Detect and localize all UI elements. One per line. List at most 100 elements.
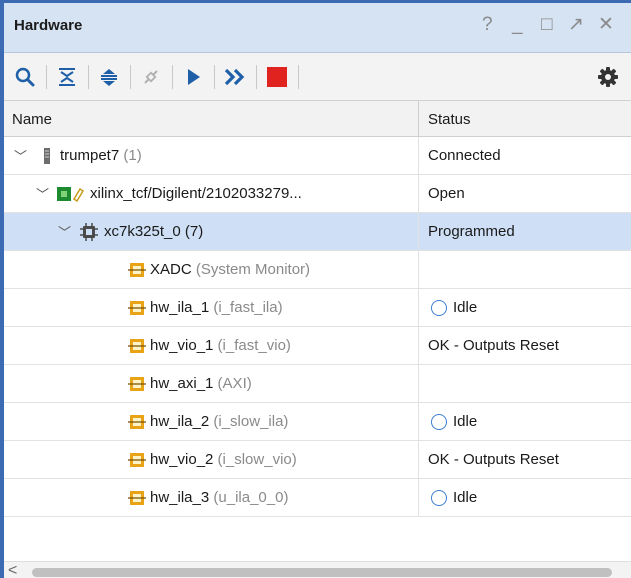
- row-label: hw_ila_2 (i_slow_ila): [150, 413, 288, 430]
- stop-trigger-button[interactable]: [262, 62, 292, 92]
- run-trigger-immediate-button[interactable]: [220, 62, 250, 92]
- device-name: xc7k325t_0: [104, 223, 181, 240]
- run-trigger-button[interactable]: [178, 62, 208, 92]
- status-text: Idle: [453, 299, 478, 316]
- idle-status-icon: [431, 299, 447, 316]
- column-divider[interactable]: [418, 101, 419, 137]
- scrollbar-thumb[interactable]: [32, 568, 612, 577]
- toolbar: [4, 53, 631, 101]
- tree-row-hw-axi-1[interactable]: hw_axi_1 (AXI): [4, 365, 631, 403]
- idle-status-icon: [431, 489, 447, 506]
- tree-row-hw-ila-1[interactable]: hw_ila_1 (i_fast_ila) Idle: [4, 289, 631, 327]
- cell-divider: [418, 365, 419, 403]
- idle-status-icon: [431, 413, 447, 430]
- status-text: Idle: [453, 413, 478, 430]
- target-name: xilinx_tcf/Digilent/2102033279...: [90, 185, 302, 202]
- chevron-down-icon[interactable]: ﹀: [36, 184, 49, 203]
- hardware-panel: Hardware ? _ □ ↗ ✕ Name Status ﹀ trumpet…: [4, 0, 631, 578]
- status-text: Idle: [453, 489, 478, 506]
- status-cell: OK - Outputs Reset: [428, 451, 559, 468]
- help-button[interactable]: ?: [482, 14, 493, 36]
- board-icon: [57, 187, 85, 203]
- tree-row-xadc[interactable]: XADC (System Monitor): [4, 251, 631, 289]
- chevron-down-icon[interactable]: ﹀: [58, 222, 71, 241]
- tree-row-trumpet7[interactable]: ﹀ trumpet7 (1) Connected: [4, 137, 631, 175]
- settings-button[interactable]: [593, 62, 623, 92]
- row-label: xc7k325t_0 (7): [104, 223, 203, 240]
- panel-titlebar: Hardware ? _ □ ↗ ✕: [4, 3, 631, 53]
- auto-connect-button[interactable]: [136, 62, 166, 92]
- status-cell: Idle: [428, 489, 477, 506]
- core-instance: (i_slow_vio): [213, 451, 297, 468]
- debug-core-icon: [128, 263, 146, 277]
- collapse-all-button[interactable]: [52, 62, 82, 92]
- row-label: hw_ila_3 (u_ila_0_0): [150, 489, 288, 506]
- cell-divider: [418, 403, 419, 441]
- chip-icon: [80, 223, 98, 241]
- core-name: hw_axi_1: [150, 375, 214, 392]
- float-button[interactable]: ↗: [568, 14, 584, 36]
- row-label: hw_axi_1 (AXI): [150, 375, 252, 392]
- core-name: hw_ila_2: [150, 413, 210, 430]
- row-label: hw_vio_1 (i_fast_vio): [150, 337, 291, 354]
- core-name: XADC: [150, 261, 192, 278]
- row-label: hw_vio_2 (i_slow_vio): [150, 451, 297, 468]
- row-label: hw_ila_1 (i_fast_ila): [150, 299, 283, 316]
- cell-divider: [418, 251, 419, 289]
- core-instance: (u_ila_0_0): [209, 489, 289, 506]
- column-header-status[interactable]: Status: [428, 111, 471, 128]
- search-icon: [15, 67, 35, 87]
- search-button[interactable]: [10, 62, 40, 92]
- column-header-name[interactable]: Name: [12, 111, 52, 128]
- cell-divider: [418, 441, 419, 479]
- device-name: trumpet7: [60, 147, 120, 164]
- toolbar-separator: [298, 65, 299, 89]
- tree-row-xilinx-tcf[interactable]: ﹀ xilinx_tcf/Digilent/2102033279... Open: [4, 175, 631, 213]
- debug-core-icon: [128, 339, 146, 353]
- collapse-all-icon: [59, 68, 75, 86]
- tree-row-hw-vio-1[interactable]: hw_vio_1 (i_fast_vio) OK - Outputs Reset: [4, 327, 631, 365]
- status-cell: Idle: [428, 413, 477, 430]
- tree-row-hw-vio-2[interactable]: hw_vio_2 (i_slow_vio) OK - Outputs Reset: [4, 441, 631, 479]
- core-instance: (i_slow_ila): [209, 413, 289, 430]
- maximize-button[interactable]: □: [541, 14, 552, 36]
- core-name: hw_ila_3: [150, 489, 210, 506]
- auto-connect-icon: [144, 70, 158, 84]
- table-header: Name Status: [4, 101, 631, 137]
- core-instance: (AXI): [213, 375, 252, 392]
- toolbar-separator: [214, 65, 215, 89]
- toolbar-separator: [46, 65, 47, 89]
- status-cell: OK - Outputs Reset: [428, 337, 559, 354]
- close-button[interactable]: ✕: [598, 14, 614, 36]
- tree-row-hw-ila-3[interactable]: hw_ila_3 (u_ila_0_0) Idle: [4, 479, 631, 517]
- horizontal-scrollbar[interactable]: <: [4, 561, 631, 578]
- tree-row-hw-ila-2[interactable]: hw_ila_2 (i_slow_ila) Idle: [4, 403, 631, 441]
- status-cell: Programmed: [428, 223, 515, 240]
- device-count: (1): [119, 147, 142, 164]
- device-count: (7): [180, 223, 204, 240]
- cell-divider: [418, 327, 419, 365]
- cell-divider: [418, 137, 419, 175]
- debug-core-icon: [128, 415, 146, 429]
- settings-gear-icon: [598, 67, 618, 87]
- debug-core-icon: [128, 377, 146, 391]
- status-cell: Connected: [428, 147, 501, 164]
- toolbar-separator: [88, 65, 89, 89]
- hardware-window: Hardware ? _ □ ↗ ✕ Name Status ﹀ trumpet…: [0, 0, 631, 578]
- tree-row-xc7k325t[interactable]: ﹀ xc7k325t_0 (7) Programmed: [4, 213, 631, 251]
- core-instance: (i_fast_ila): [209, 299, 283, 316]
- status-cell: Open: [428, 185, 465, 202]
- run-trigger-icon: [188, 69, 200, 85]
- debug-core-icon: [128, 453, 146, 467]
- status-cell: Idle: [428, 299, 477, 316]
- expand-all-button[interactable]: [94, 62, 124, 92]
- core-instance: (System Monitor): [191, 261, 311, 278]
- run-trigger-immediate-icon: [224, 68, 245, 86]
- cell-divider: [418, 479, 419, 517]
- cell-divider: [418, 289, 419, 327]
- row-label: trumpet7 (1): [60, 147, 142, 164]
- minimize-button[interactable]: _: [512, 14, 523, 36]
- scroll-left-arrow-icon[interactable]: <: [8, 562, 17, 578]
- toolbar-separator: [172, 65, 173, 89]
- chevron-down-icon[interactable]: ﹀: [14, 146, 27, 165]
